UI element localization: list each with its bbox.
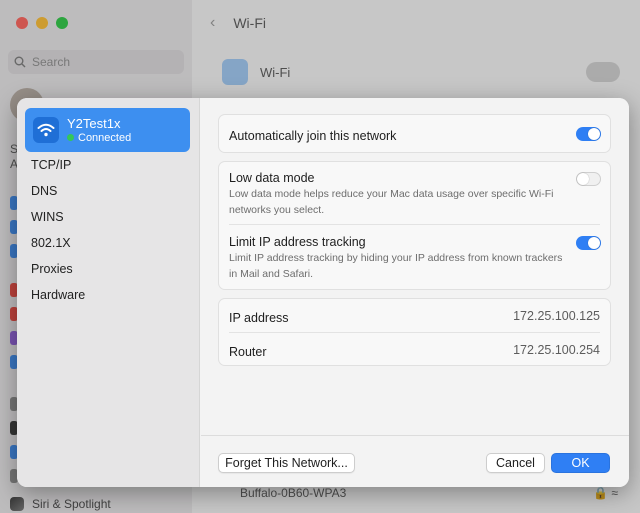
connected-status-dot — [67, 134, 74, 141]
divider — [229, 224, 600, 225]
sheet-footer: Forget This Network... Cancel OK — [201, 435, 629, 487]
network-name: Y2Test1x — [67, 115, 121, 131]
connection-status: Connected — [67, 131, 131, 145]
toggle-knob — [588, 237, 600, 249]
toggle-knob — [577, 173, 589, 185]
divider — [229, 332, 600, 333]
low-data-mode-toggle[interactable] — [576, 172, 601, 186]
sidebar-item-dns[interactable]: DNS — [31, 184, 57, 198]
details-sidebar: Y2Test1x Connected TCP/IP DNS WINS 802.1… — [17, 98, 200, 487]
wifi-icon — [33, 117, 59, 143]
limit-ip-tracking-description: Limit IP address tracking by hiding your… — [229, 252, 563, 280]
low-data-mode-description: Low data mode helps reduce your Mac data… — [229, 188, 554, 216]
low-data-mode-label: Low data mode — [229, 171, 315, 185]
auto-join-row: Automatically join this network — [229, 127, 600, 145]
limit-ip-tracking-row: Limit IP address tracking Limit IP addre… — [229, 235, 566, 282]
cancel-button[interactable]: Cancel — [486, 453, 545, 473]
details-content: Automatically join this network Low data… — [201, 98, 629, 435]
ip-address-value: 172.25.100.125 — [513, 309, 600, 323]
network-details-sheet: Y2Test1x Connected TCP/IP DNS WINS 802.1… — [17, 98, 629, 487]
connection-status-label: Connected — [78, 131, 132, 144]
ok-button[interactable]: OK — [551, 453, 610, 473]
sidebar-item-network[interactable]: Y2Test1x Connected — [25, 108, 190, 152]
toggle-knob — [588, 128, 600, 140]
low-data-mode-row: Low data mode Low data mode helps reduce… — [229, 171, 566, 218]
sidebar-item-tcpip[interactable]: TCP/IP — [31, 158, 71, 172]
router-value: 172.25.100.254 — [513, 343, 600, 357]
limit-ip-tracking-label: Limit IP address tracking — [229, 235, 366, 249]
sidebar-item-wins[interactable]: WINS — [31, 210, 64, 224]
auto-join-card: Automatically join this network — [218, 114, 611, 153]
sidebar-item-proxies[interactable]: Proxies — [31, 262, 73, 276]
ip-address-label: IP address — [229, 311, 289, 325]
sidebar-item-hardware[interactable]: Hardware — [31, 288, 85, 302]
privacy-options-card: Low data mode Low data mode helps reduce… — [218, 161, 611, 290]
sidebar-item-8021x[interactable]: 802.1X — [31, 236, 71, 250]
router-label: Router — [229, 345, 267, 359]
auto-join-toggle[interactable] — [576, 127, 601, 141]
address-info-card: IP address 172.25.100.125 Router 172.25.… — [218, 298, 611, 366]
auto-join-label: Automatically join this network — [229, 129, 397, 143]
forget-network-button[interactable]: Forget This Network... — [218, 453, 355, 473]
limit-ip-tracking-toggle[interactable] — [576, 236, 601, 250]
